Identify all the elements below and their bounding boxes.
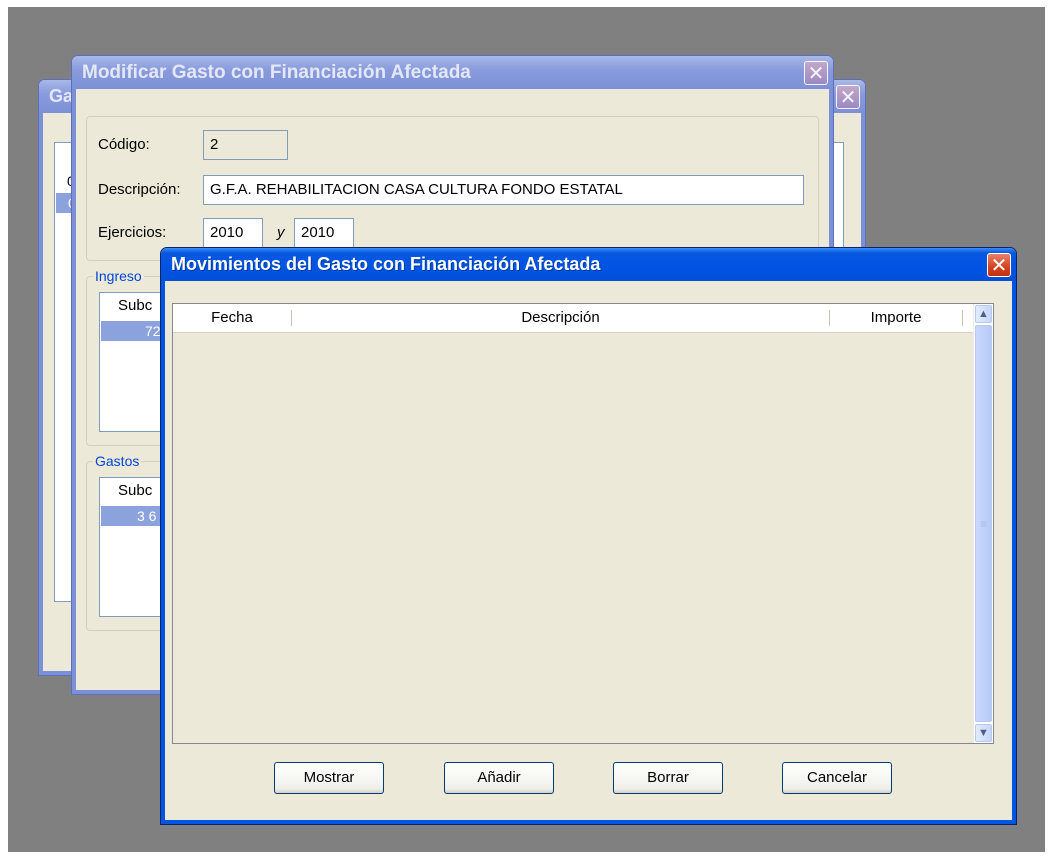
ejercicio-hasta-field[interactable]: 2010 bbox=[294, 218, 354, 248]
anadir-button[interactable]: Añadir bbox=[444, 762, 554, 794]
column-divider[interactable] bbox=[962, 310, 963, 326]
modificar-gasto-titlebar[interactable]: Modificar Gasto con Financiación Afectad… bbox=[72, 56, 833, 89]
codigo-label: Código: bbox=[98, 136, 150, 153]
modificar-gasto-title: Modificar Gasto con Financiación Afectad… bbox=[82, 62, 471, 83]
mostrar-button[interactable]: Mostrar bbox=[274, 762, 384, 794]
gastos-column-header[interactable]: Subc bbox=[118, 482, 152, 499]
grid-header: Fecha Descripción Importe bbox=[173, 304, 973, 333]
column-header-descripcion[interactable]: Descripción bbox=[292, 304, 829, 332]
ejercicios-separator: y bbox=[277, 224, 285, 241]
ejercicios-label: Ejercicios: bbox=[98, 224, 167, 241]
gastos-group-label: Gastos bbox=[93, 453, 142, 469]
ejercicio-desde-field[interactable]: 2010 bbox=[203, 218, 263, 248]
movimientos-title: Movimientos del Gasto con Financiación A… bbox=[171, 254, 601, 274]
window-frame bbox=[39, 113, 43, 675]
back-window-title: Ga bbox=[49, 86, 74, 106]
window-frame bbox=[161, 820, 1016, 824]
descripcion-field[interactable]: G.F.A. REHABILITACION CASA CULTURA FONDO… bbox=[203, 175, 804, 205]
desktop-background: Ga ✕ 0 0 Modificar Gasto con Financiació… bbox=[8, 7, 1045, 852]
column-header-fecha[interactable]: Fecha bbox=[173, 304, 291, 332]
column-header-importe[interactable]: Importe bbox=[830, 304, 962, 332]
back-window-close-button[interactable]: ✕ bbox=[836, 85, 860, 109]
window-frame bbox=[161, 281, 165, 824]
scroll-down-arrow-icon[interactable]: ▼ bbox=[975, 724, 992, 742]
window-frame bbox=[1012, 281, 1016, 824]
scroll-thumb[interactable]: ≡ bbox=[975, 325, 992, 722]
descripcion-label: Descripción: bbox=[98, 181, 181, 198]
scroll-up-arrow-icon[interactable]: ▲ bbox=[975, 305, 992, 323]
ingresos-column-header[interactable]: Subc bbox=[118, 297, 152, 314]
ingresos-group-label: Ingreso bbox=[93, 268, 144, 284]
cancelar-button[interactable]: Cancelar bbox=[782, 762, 892, 794]
movimientos-titlebar[interactable]: Movimientos del Gasto con Financiación A… bbox=[161, 248, 1016, 281]
movimientos-close-button[interactable]: ✕ bbox=[987, 253, 1011, 277]
borrar-button[interactable]: Borrar bbox=[613, 762, 723, 794]
codigo-field[interactable]: 2 bbox=[203, 130, 288, 160]
movimientos-grid[interactable]: Fecha Descripción Importe ▲ ≡ ▼ bbox=[172, 303, 994, 744]
movimientos-window: Movimientos del Gasto con Financiación A… bbox=[160, 247, 1017, 825]
window-frame bbox=[72, 89, 76, 694]
modificar-gasto-close-button[interactable]: ✕ bbox=[804, 61, 828, 85]
scroll-grip-icon: ≡ bbox=[979, 516, 987, 531]
vertical-scrollbar[interactable]: ▲ ≡ ▼ bbox=[973, 304, 993, 743]
